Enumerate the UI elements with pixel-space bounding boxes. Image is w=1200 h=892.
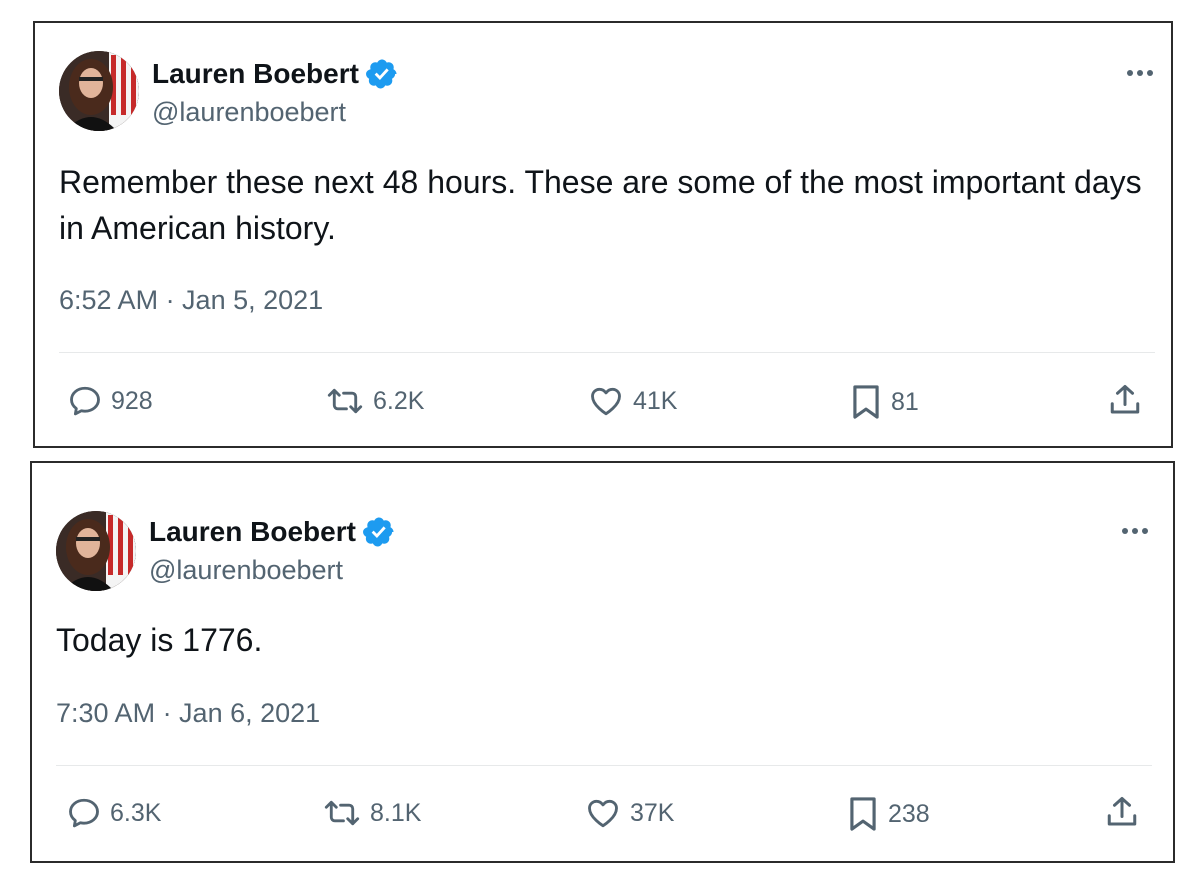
tweet-card[interactable]: Lauren Boebert @laurenboebert Today is 1… bbox=[30, 461, 1175, 863]
repost-button[interactable]: 6.2K bbox=[325, 383, 424, 419]
share-button[interactable] bbox=[1107, 381, 1143, 419]
tweet-timestamp[interactable]: 6:52 AM · Jan 5, 2021 bbox=[59, 285, 323, 316]
like-count: 41K bbox=[633, 386, 678, 415]
bookmark-icon bbox=[853, 385, 879, 419]
more-icon[interactable] bbox=[1118, 521, 1152, 541]
tweet-card[interactable]: Lauren Boebert @laurenboebert Remember t… bbox=[33, 21, 1173, 448]
author-handle[interactable]: @laurenboebert bbox=[149, 555, 343, 586]
repost-count: 8.1K bbox=[370, 798, 422, 827]
tweet-text: Remember these next 48 hours. These are … bbox=[59, 164, 1142, 246]
like-icon bbox=[588, 799, 618, 828]
avatar[interactable] bbox=[59, 51, 139, 131]
verified-badge-icon[interactable] bbox=[362, 515, 396, 549]
bookmark-button[interactable]: 81 bbox=[849, 383, 919, 421]
repost-icon bbox=[324, 800, 360, 826]
reply-count: 928 bbox=[111, 386, 153, 415]
author-name[interactable]: Lauren Boebert bbox=[152, 57, 399, 91]
bookmark-count: 238 bbox=[888, 799, 930, 828]
share-icon bbox=[1110, 385, 1140, 414]
repost-button[interactable]: 8.1K bbox=[322, 795, 421, 831]
like-count: 37K bbox=[630, 798, 675, 827]
divider bbox=[56, 765, 1152, 766]
divider bbox=[59, 352, 1155, 353]
more-icon[interactable] bbox=[1123, 63, 1157, 83]
bookmark-button[interactable]: 238 bbox=[846, 795, 930, 833]
reply-button[interactable]: 928 bbox=[67, 383, 153, 419]
like-button[interactable]: 37K bbox=[584, 795, 674, 831]
share-button[interactable] bbox=[1104, 793, 1140, 831]
reply-icon bbox=[70, 386, 100, 416]
author-name-text[interactable]: Lauren Boebert bbox=[149, 516, 356, 548]
like-icon bbox=[591, 387, 621, 416]
tweet-text: Today is 1776. bbox=[56, 622, 263, 658]
verified-badge-icon[interactable] bbox=[365, 57, 399, 91]
like-button[interactable]: 41K bbox=[587, 383, 677, 419]
bookmark-icon bbox=[850, 797, 876, 831]
reply-count: 6.3K bbox=[110, 798, 162, 827]
author-name[interactable]: Lauren Boebert bbox=[149, 515, 396, 549]
avatar[interactable] bbox=[56, 511, 136, 591]
reply-button[interactable]: 6.3K bbox=[66, 795, 161, 831]
reply-icon bbox=[69, 798, 99, 828]
repost-icon bbox=[327, 388, 363, 414]
share-icon bbox=[1107, 797, 1137, 826]
repost-count: 6.2K bbox=[373, 386, 425, 415]
author-handle[interactable]: @laurenboebert bbox=[152, 97, 346, 128]
author-name-text[interactable]: Lauren Boebert bbox=[152, 58, 359, 90]
bookmark-count: 81 bbox=[891, 387, 919, 416]
tweet-timestamp[interactable]: 7:30 AM · Jan 6, 2021 bbox=[56, 698, 320, 729]
